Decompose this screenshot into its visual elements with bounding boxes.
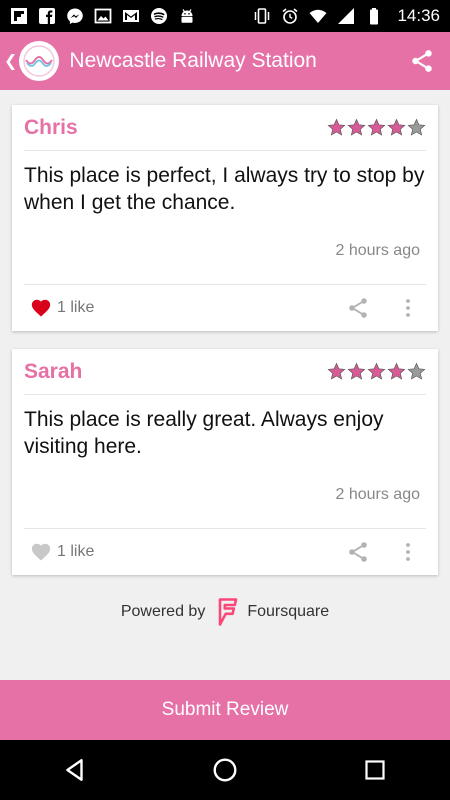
flipboard-icon bbox=[10, 7, 28, 25]
review-header: Chris bbox=[24, 105, 426, 151]
square-recents-icon bbox=[365, 760, 385, 780]
star-filled-icon bbox=[387, 362, 406, 380]
image-icon bbox=[94, 7, 112, 25]
review-actions: 1 like bbox=[24, 529, 426, 575]
review-share-icon[interactable] bbox=[346, 540, 370, 564]
more-vert-icon[interactable] bbox=[396, 296, 420, 320]
triangle-back-icon bbox=[66, 759, 83, 781]
messenger-icon bbox=[66, 7, 84, 25]
app-logo bbox=[19, 41, 60, 81]
logo-waves-icon bbox=[23, 45, 56, 77]
star-filled-icon bbox=[347, 362, 366, 380]
like-button[interactable]: 1 like bbox=[24, 297, 94, 319]
review-text: This place is perfect, I always try to s… bbox=[24, 164, 425, 214]
battery-icon bbox=[365, 7, 383, 25]
chevron-left-icon: ❮ bbox=[4, 53, 18, 70]
foursquare-label: Foursquare bbox=[247, 603, 330, 620]
wifi-icon bbox=[309, 7, 327, 25]
review-card: Chris This place is perfect, I always tr… bbox=[12, 105, 438, 331]
reviewer-name: Chris bbox=[24, 115, 78, 139]
review-time: 2 hours ago bbox=[24, 483, 426, 529]
circle-home-icon bbox=[213, 758, 237, 782]
system-icons: 14:36 bbox=[253, 6, 440, 26]
review-actions: 1 like bbox=[24, 285, 426, 331]
heart-icon bbox=[31, 299, 51, 317]
android-icon bbox=[178, 7, 196, 25]
star-empty-icon bbox=[407, 118, 426, 136]
star-filled-icon bbox=[387, 118, 406, 136]
star-filled-icon bbox=[367, 362, 386, 380]
nav-recents-button[interactable] bbox=[345, 740, 405, 800]
spotify-icon bbox=[150, 7, 168, 25]
notification-icons bbox=[10, 7, 196, 25]
alarm-icon bbox=[281, 7, 299, 25]
nav-back-button[interactable] bbox=[45, 740, 105, 800]
rating-stars bbox=[327, 118, 426, 137]
review-time: 2 hours ago bbox=[24, 239, 426, 285]
nav-home-button[interactable] bbox=[195, 740, 255, 800]
star-filled-icon bbox=[347, 118, 366, 136]
like-count: 1 like bbox=[57, 543, 95, 560]
heart-icon bbox=[31, 543, 51, 561]
submit-review-button[interactable]: Submit Review bbox=[0, 680, 450, 740]
like-count: 1 like bbox=[57, 299, 95, 316]
facebook-icon bbox=[38, 7, 56, 25]
status-time: 14:36 bbox=[397, 6, 440, 25]
star-empty-icon bbox=[407, 362, 426, 380]
review-card: Sarah This place is really great. Always… bbox=[12, 349, 438, 575]
more-vert-icon[interactable] bbox=[396, 540, 420, 564]
review-share-icon[interactable] bbox=[346, 296, 370, 320]
vibrate-icon bbox=[253, 7, 271, 25]
rating-stars bbox=[327, 362, 426, 381]
powered-by-label: Powered by bbox=[120, 603, 206, 620]
star-filled-icon bbox=[327, 362, 346, 380]
status-bar: 14:36 bbox=[0, 0, 450, 32]
app-bar: ❮ Newcastle Railway Station bbox=[0, 32, 450, 90]
reviewer-name: Sarah bbox=[24, 359, 83, 383]
review-header: Sarah bbox=[24, 349, 426, 395]
review-text: This place is really great. Always enjoy… bbox=[24, 408, 384, 458]
review-list: Chris This place is perfect, I always tr… bbox=[12, 105, 438, 593]
navigation-bar bbox=[0, 740, 450, 800]
gmail-icon bbox=[122, 7, 140, 25]
share-icon bbox=[412, 50, 432, 72]
share-button[interactable] bbox=[394, 32, 450, 90]
star-filled-icon bbox=[327, 118, 346, 136]
back-button[interactable]: ❮ bbox=[0, 32, 60, 90]
foursquare-logo-icon bbox=[219, 598, 238, 626]
signal-icon bbox=[337, 7, 355, 25]
page-title: Newcastle Railway Station bbox=[69, 49, 317, 72]
star-filled-icon bbox=[367, 118, 386, 136]
powered-by: Powered by Foursquare bbox=[0, 596, 450, 628]
like-button[interactable]: 1 like bbox=[24, 541, 94, 563]
